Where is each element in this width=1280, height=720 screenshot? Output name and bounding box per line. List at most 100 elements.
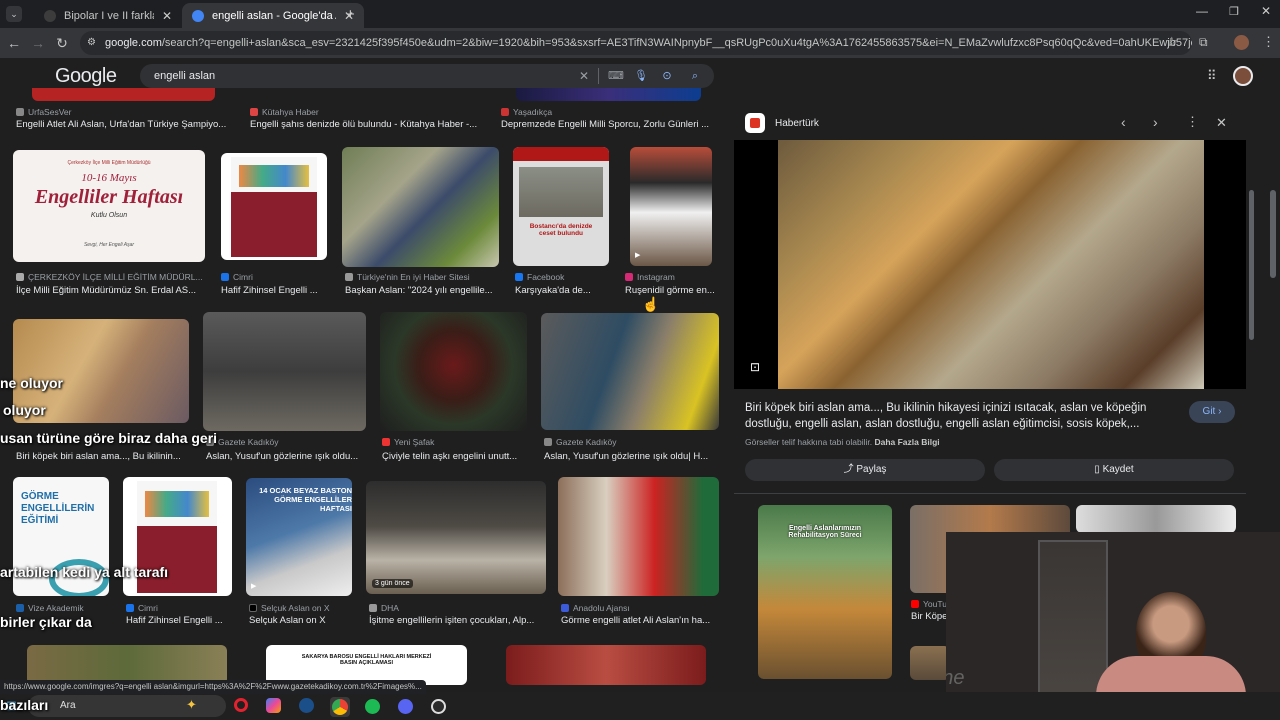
- microphone-icon[interactable]: 🎙: [634, 69, 648, 83]
- new-tab-button[interactable]: +: [346, 6, 355, 23]
- tab-label: engelli aslan - Google'da Ara: [212, 9, 336, 22]
- result-caption[interactable]: Başkan Aslan: "2024 yılı engellile...: [345, 285, 495, 296]
- discord-icon[interactable]: [398, 699, 413, 714]
- result-caption[interactable]: Depremzede Engelli Milli Sporcu, Zorlu G…: [501, 119, 716, 130]
- watermark-text: ByMoone: [946, 667, 965, 689]
- search-icon[interactable]: ⌕: [688, 69, 702, 83]
- share-button[interactable]: ⤴ Paylaş: [745, 459, 985, 481]
- panel-title[interactable]: Biri köpek biri aslan ama..., Bu ikilini…: [745, 400, 1170, 432]
- result-caption[interactable]: Engelli şahıs denizde ölü bulundu - Küta…: [250, 119, 486, 130]
- result-caption[interactable]: Aslan, Yusuf'un gözlerine ışık oldu| H..…: [544, 451, 719, 462]
- opera-icon[interactable]: [234, 698, 248, 712]
- obs-icon[interactable]: [431, 699, 446, 714]
- more-options-icon[interactable]: ⋮: [1186, 114, 1199, 130]
- site-favicon-icon: [44, 9, 56, 22]
- result-caption[interactable]: İlçe Milli Eğitim Müdürümüz Sn. Erdal AS…: [16, 285, 202, 296]
- result-caption[interactable]: Karşıyaka'da de...: [515, 285, 607, 296]
- tab-bipolar[interactable]: Bipolar I ve II farkları ✕: [34, 3, 182, 28]
- next-arrow-icon[interactable]: ›: [1153, 114, 1158, 130]
- url-path: /search?q=engelli+aslan&sca_esv=2321425f…: [161, 37, 1192, 49]
- image-result[interactable]: Çerkezköy İlçe Milli Eğitim Müdürlüğü 10…: [13, 150, 205, 262]
- result-caption[interactable]: Engelli Atlet Ali Aslan, Urfa'dan Türkiy…: [16, 119, 236, 130]
- image-result[interactable]: 3 gün önce: [366, 481, 546, 594]
- profile-avatar[interactable]: [1234, 35, 1249, 50]
- result-caption[interactable]: Çiviyle telin aşkı engelini unutt...: [382, 451, 527, 462]
- steam-icon[interactable]: [299, 698, 314, 713]
- image-result[interactable]: SAKARYA BAROSU ENGELLİ HAKLARI MERKEZİ B…: [266, 645, 467, 685]
- result-source: Gazete Kadıköy: [544, 437, 694, 447]
- close-panel-icon[interactable]: ✕: [1216, 115, 1227, 131]
- page-scrollbar[interactable]: [1270, 190, 1276, 278]
- sparkle-icon: ✦: [186, 697, 197, 712]
- google-logo[interactable]: Google: [55, 65, 117, 88]
- reload-icon[interactable]: ↻: [53, 34, 71, 52]
- image-result[interactable]: ▶: [630, 147, 712, 266]
- preview-image[interactable]: [778, 140, 1204, 389]
- result-caption[interactable]: Ruşenidil görme en...: [625, 285, 715, 296]
- apps-grid-icon[interactable]: ⠿: [1207, 68, 1217, 84]
- clear-icon[interactable]: ✕: [577, 69, 591, 83]
- related-image[interactable]: [910, 646, 950, 680]
- related-caption[interactable]: Bir Köpe...: [911, 611, 951, 622]
- image-result[interactable]: [506, 645, 706, 685]
- go-button[interactable]: Git ›: [1189, 401, 1235, 423]
- image-result[interactable]: [516, 88, 701, 101]
- image-result[interactable]: [203, 312, 366, 431]
- restore-button[interactable]: ❐: [1229, 5, 1239, 18]
- result-caption[interactable]: Hafif Zihinsel Engelli ...: [126, 615, 232, 626]
- result-caption[interactable]: Aslan, Yusuf'un gözlerine ışık oldu...: [206, 451, 366, 462]
- result-caption[interactable]: Selçuk Aslan on X: [249, 615, 354, 626]
- result-caption[interactable]: İşitme engellilerin işiten çocukları, Al…: [369, 615, 545, 626]
- address-bar[interactable]: google.com/search?q=engelli+aslan&sca_es…: [80, 31, 1192, 55]
- taskbar-search-text: Ara: [60, 700, 76, 711]
- image-result[interactable]: Bostancı'da denizde ceset bulundu: [513, 147, 609, 266]
- minimize-button[interactable]: —: [1196, 4, 1208, 18]
- save-button[interactable]: ▯ Kaydet: [994, 459, 1234, 481]
- thumb-title-text: SAKARYA BAROSU ENGELLİ HAKLARI MERKEZİ B…: [301, 654, 432, 666]
- result-source: DHA: [369, 603, 449, 613]
- bookmark-star-icon[interactable]: ☆: [1166, 34, 1178, 50]
- related-image[interactable]: Engelli Aslanlarımızın Rehabilitasyon Sü…: [758, 505, 892, 679]
- result-caption[interactable]: Biri köpek biri aslan ama..., Bu ikilini…: [16, 451, 194, 462]
- related-image[interactable]: [1076, 505, 1236, 533]
- image-result[interactable]: [380, 312, 527, 431]
- divider: [734, 493, 1246, 494]
- more-info-link[interactable]: Daha Fazla Bilgi: [874, 437, 939, 447]
- thumb-headline-text: Bostancı'da denizde ceset bulundu: [529, 223, 593, 237]
- result-source: Vize Akademik: [16, 603, 111, 613]
- prev-arrow-icon[interactable]: ‹: [1121, 114, 1126, 130]
- spotify-icon[interactable]: [365, 699, 380, 714]
- result-caption[interactable]: Hafif Zihinsel Engelli ...: [221, 285, 331, 296]
- search-input[interactable]: engelli aslan: [140, 64, 714, 88]
- bookmark-icon: ▯: [1094, 464, 1103, 475]
- back-arrow-icon[interactable]: ←: [5, 34, 23, 52]
- source-logo-icon: [745, 113, 765, 133]
- result-caption[interactable]: Görme engelli atlet Ali Aslan'ın ha...: [561, 615, 719, 626]
- menu-dots-icon[interactable]: ⋮: [1262, 34, 1275, 50]
- panel-scrollbar[interactable]: [1249, 190, 1254, 340]
- copilot-icon[interactable]: [266, 698, 281, 713]
- result-source: Instagram: [625, 272, 715, 282]
- close-tab-icon[interactable]: ✕: [162, 9, 172, 23]
- account-avatar[interactable]: [1233, 66, 1253, 86]
- image-result[interactable]: [27, 645, 227, 685]
- site-info-icon[interactable]: ⚙: [87, 37, 96, 48]
- extensions-icon[interactable]: ⧉: [1199, 35, 1208, 50]
- tab-engelli-aslan[interactable]: engelli aslan - Google'da Ara ✕: [182, 3, 364, 28]
- image-result[interactable]: [32, 88, 215, 101]
- image-result[interactable]: 14 OCAK BEYAZ BASTON GÖRME ENGELLİLER HA…: [246, 478, 352, 596]
- keyboard-icon[interactable]: ⌨: [608, 69, 624, 83]
- lens-search-icon[interactable]: ⊡: [750, 360, 760, 374]
- thumb-org-text: Çerkezköy İlçe Milli Eğitim Müdürlüğü: [67, 160, 151, 166]
- image-result[interactable]: [221, 153, 327, 260]
- image-result[interactable]: [558, 477, 719, 596]
- chrome-icon[interactable]: [330, 697, 350, 717]
- mouse-cursor-icon: ☝: [642, 296, 660, 312]
- image-result[interactable]: [342, 147, 499, 267]
- lens-icon[interactable]: ⊙: [660, 69, 674, 83]
- panel-source-name[interactable]: Habertürk: [775, 118, 819, 129]
- close-window-button[interactable]: ✕: [1261, 4, 1271, 18]
- forward-arrow-icon[interactable]: →: [29, 34, 47, 52]
- image-result[interactable]: [541, 313, 719, 430]
- tab-search-button[interactable]: ⌄: [6, 6, 22, 22]
